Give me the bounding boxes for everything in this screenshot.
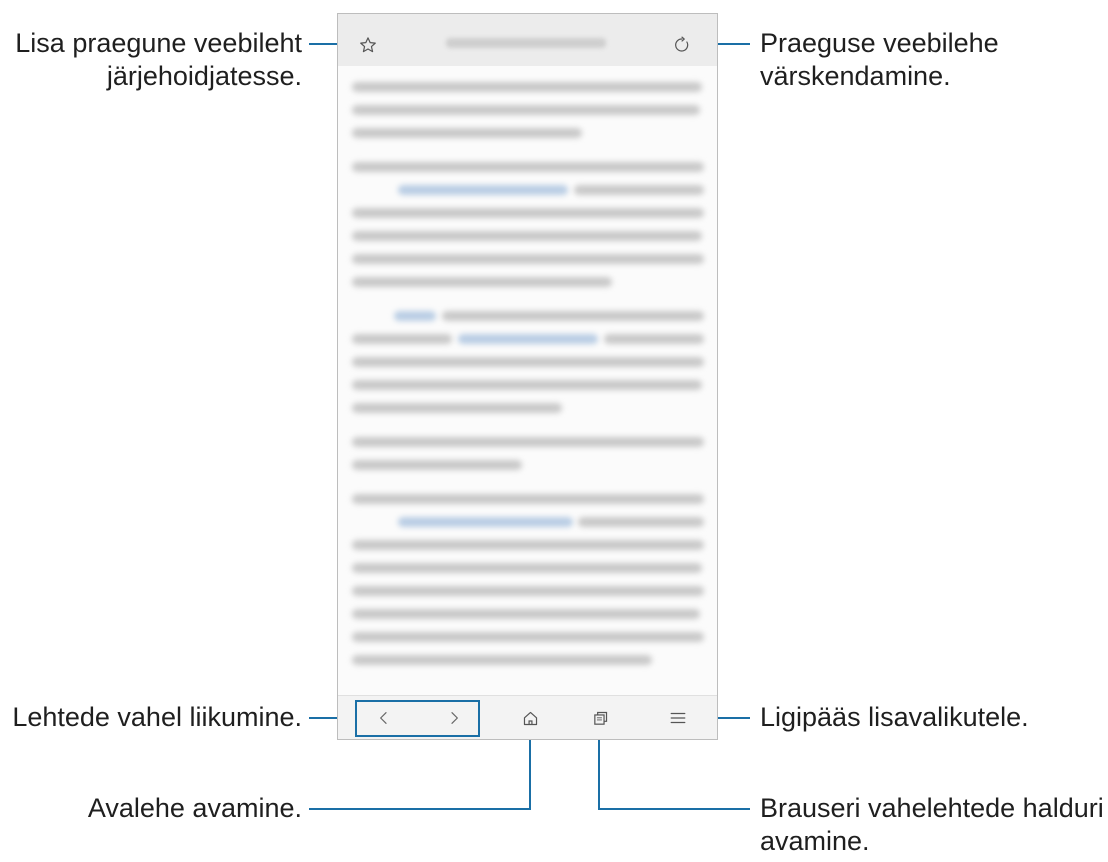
content-line [352,277,612,287]
content-line [442,311,704,321]
more-annotation-line-1: Ligipääs lisavalikutele. [760,702,1029,732]
content-link[interactable] [398,517,573,527]
refresh-annotation-line-1: Praeguse veebilehe [760,28,999,58]
content-line [352,231,702,241]
tabs-icon[interactable] [588,706,612,730]
home-annotation-line-1: Avalehe avamine. [87,793,302,823]
bottom-toolbar [338,695,717,739]
home-annotation: Avalehe avamine. [88,792,302,825]
content-line [352,655,652,665]
content-line [352,82,702,92]
content-line [574,185,704,195]
url-text[interactable] [446,38,606,48]
content-line [352,403,562,413]
content-link[interactable] [394,311,436,321]
content-line [352,563,702,573]
browser-screen [337,13,718,740]
content-link[interactable] [458,334,598,344]
content-line [352,254,704,264]
content-line [352,208,704,218]
content-line [352,609,700,619]
hamburger-menu-icon[interactable] [666,706,690,730]
content-line [352,128,582,138]
content-line [352,162,704,172]
bookmark-annotation-line-1: Lisa praegune veebileht [15,28,302,58]
tabs-annotation-line-2: avamine. [760,826,870,856]
star-outline-icon[interactable] [357,34,379,56]
chevron-left-icon[interactable] [372,706,396,730]
content-line [352,540,704,550]
navigate-annotation: Lehtede vahel liikumine. [12,701,302,734]
bookmark-annotation: Lisa praegune veebileht järjehoidjatesse… [15,27,302,93]
bookmark-annotation-line-2: järjehoidjatesse. [106,61,302,91]
tabs-callout-vline [598,730,600,810]
content-line [604,334,704,344]
navigate-annotation-line-1: Lehtede vahel liikumine. [12,702,302,732]
home-callout-line [309,808,531,810]
content-line [352,586,704,596]
home-icon[interactable] [518,706,542,730]
content-link[interactable] [398,185,568,195]
refresh-icon[interactable] [670,33,694,57]
tabs-callout-line [598,808,750,810]
tabs-annotation: Brauseri vahelehtede halduri avamine. [760,792,1104,858]
content-line [352,494,704,504]
page-content [338,70,717,690]
content-line [352,437,704,447]
chevron-right-icon[interactable] [442,706,466,730]
home-callout-vline [529,730,531,810]
content-line [352,632,704,642]
content-line [578,517,704,527]
content-line [352,105,700,115]
more-annotation: Ligipääs lisavalikutele. [760,701,1029,734]
content-line [352,334,452,344]
refresh-annotation: Praeguse veebilehe värskendamine. [760,27,999,93]
content-line [352,357,704,367]
url-bar[interactable] [338,14,717,66]
content-line [352,380,702,390]
content-line [352,460,522,470]
refresh-annotation-line-2: värskendamine. [760,61,951,91]
tabs-annotation-line-1: Brauseri vahelehtede halduri [760,793,1104,823]
